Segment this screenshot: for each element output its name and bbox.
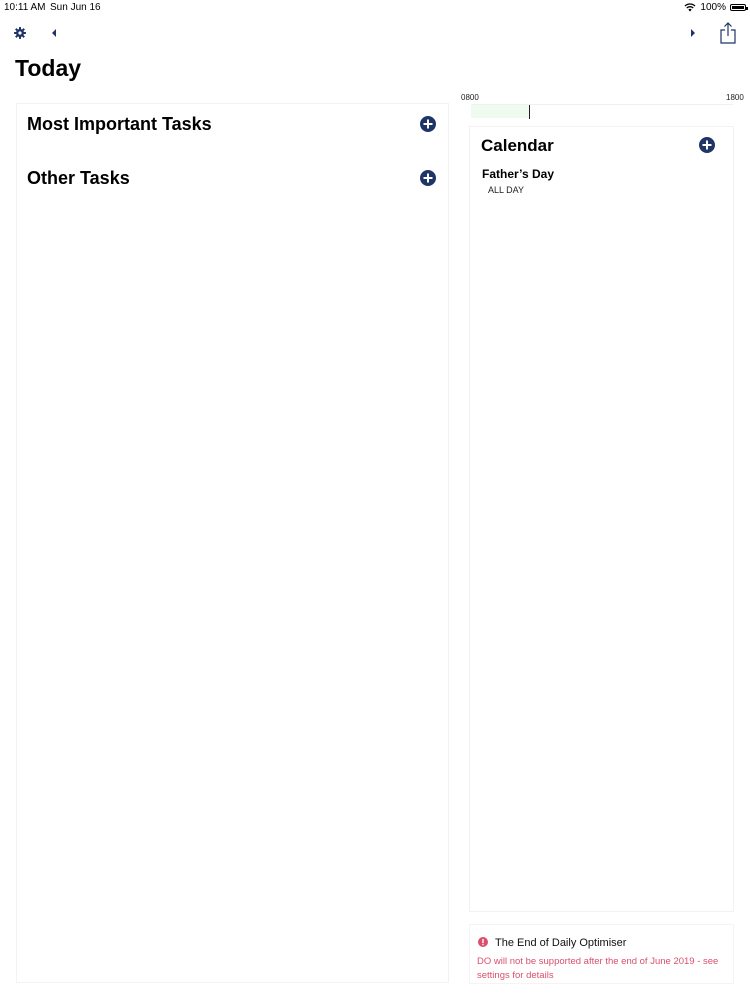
calendar-event[interactable]: Father’s Day ALL DAY	[482, 167, 722, 201]
share-icon[interactable]	[719, 22, 737, 44]
wifi-icon	[684, 3, 696, 12]
calendar-heading: Calendar	[481, 136, 554, 155]
calendar-panel: Calendar Father’s Day ALL DAY	[469, 126, 734, 912]
gear-icon[interactable]	[14, 27, 26, 39]
other-tasks-heading: Other Tasks	[27, 168, 130, 188]
end-of-support-notice[interactable]: The End of Daily Optimiser DO will not b…	[469, 924, 734, 984]
most-important-tasks-heading: Most Important Tasks	[27, 114, 212, 134]
event-time: ALL DAY	[488, 185, 525, 195]
task-panel: Most Important Tasks Other Tasks	[16, 103, 449, 983]
battery-icon	[730, 4, 748, 11]
notice-body: DO will not be supported after the end o…	[477, 956, 719, 981]
triangle-right-icon[interactable]	[689, 28, 697, 38]
triangle-left-icon[interactable]	[50, 28, 58, 38]
timeline-bar	[471, 104, 733, 119]
timeline-start-label: 0800	[461, 93, 479, 102]
notice-title: The End of Daily Optimiser	[495, 937, 627, 949]
add-most-important-task-icon[interactable]	[420, 116, 436, 132]
exclamation-icon	[478, 937, 488, 947]
status-right: 100%	[684, 2, 748, 13]
timeline-now-marker	[528, 105, 530, 119]
timeline-elapsed-fill	[471, 105, 529, 118]
status-time: 10:11 AM	[4, 2, 46, 13]
event-title: Father’s Day	[482, 167, 555, 181]
timeline-end-label: 1800	[726, 93, 744, 102]
battery-percent: 100%	[700, 2, 726, 13]
status-date: Sun Jun 16	[50, 2, 101, 13]
status-bar: 10:11 AM Sun Jun 16 100%	[0, 0, 750, 16]
page-title: Today	[15, 55, 82, 81]
add-other-task-icon[interactable]	[420, 170, 436, 186]
add-calendar-event-icon[interactable]	[699, 137, 715, 153]
